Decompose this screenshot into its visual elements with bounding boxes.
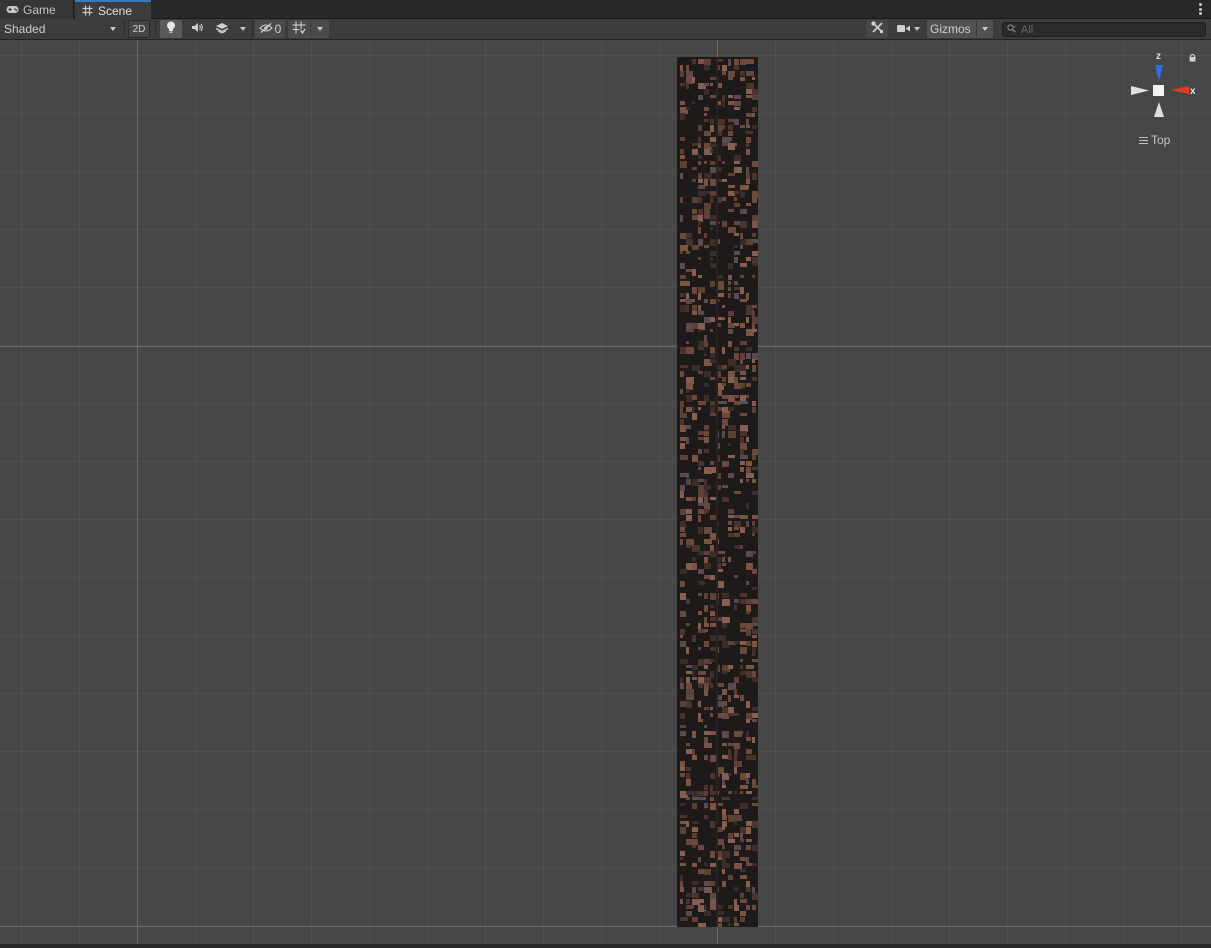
chevron-down-icon xyxy=(110,27,116,31)
tab-scene[interactable]: Scene xyxy=(75,0,151,19)
lightbulb-icon xyxy=(166,21,176,37)
chevron-down-icon xyxy=(240,27,246,31)
z-axis-label: z xyxy=(1156,51,1161,62)
toolbar-divider xyxy=(124,21,125,37)
draw-mode-dropdown[interactable]: Shaded xyxy=(0,20,122,38)
camera-icon xyxy=(896,22,910,36)
scene-search-field[interactable] xyxy=(1002,22,1206,37)
tab-strip: Game Scene xyxy=(0,0,1211,19)
hash-icon xyxy=(81,5,94,17)
toolbar-divider xyxy=(155,21,156,37)
speaker-icon xyxy=(191,22,204,36)
x-axis-cone[interactable] xyxy=(1171,86,1189,94)
effects-dropdown[interactable] xyxy=(236,20,250,38)
camera-settings-button[interactable] xyxy=(892,20,924,38)
grid-snap-icon xyxy=(292,21,306,37)
center-cube[interactable] xyxy=(1153,85,1164,96)
neg-z-axis-cone[interactable] xyxy=(1154,102,1164,117)
gizmos-dropdown[interactable]: Gizmos xyxy=(927,20,993,38)
effects-toggle-button[interactable] xyxy=(212,20,232,38)
view-name-label: Top xyxy=(1151,133,1171,147)
window-bottom-edge xyxy=(0,944,1211,948)
grid-settings-dropdown[interactable] xyxy=(311,20,329,38)
scene-toolbar: Shaded 2D 0 Gizmos All xyxy=(0,19,1211,40)
x-axis-label: x xyxy=(1190,86,1196,97)
search-input[interactable] xyxy=(1021,23,1191,36)
layers-icon xyxy=(215,22,229,37)
draw-mode-label: Shaded xyxy=(4,22,46,36)
gamepad-icon xyxy=(6,4,19,16)
more-options-icon[interactable] xyxy=(1197,2,1203,16)
chevron-down-icon xyxy=(981,27,988,31)
hidden-object-count: 0 xyxy=(274,22,282,36)
search-icon xyxy=(1007,23,1017,36)
tool-settings-button[interactable] xyxy=(866,20,888,38)
scene-visibility-toggle[interactable]: 0 xyxy=(255,20,285,38)
toolbar-divider xyxy=(252,21,253,37)
tilemap-sprite-strip[interactable] xyxy=(677,57,758,927)
tab-game-label: Game xyxy=(23,2,56,17)
grid-toggle-button[interactable] xyxy=(288,20,310,38)
view-projection-toggle[interactable]: Top xyxy=(1139,133,1170,147)
lighting-toggle-button[interactable] xyxy=(160,20,182,38)
toggle-2d-button[interactable]: 2D xyxy=(128,20,150,38)
chevron-down-icon xyxy=(317,27,323,31)
tools-icon xyxy=(870,21,884,37)
neg-x-axis-cone[interactable] xyxy=(1131,86,1149,95)
tab-scene-label: Scene xyxy=(98,3,133,18)
menu-icon xyxy=(1139,136,1148,144)
scene-viewport[interactable] xyxy=(0,40,1211,944)
audio-toggle-button[interactable] xyxy=(187,20,207,38)
gizmos-label: Gizmos xyxy=(930,22,971,36)
z-axis-cone[interactable] xyxy=(1155,65,1163,81)
tab-game[interactable]: Game xyxy=(0,0,74,19)
toolbar-divider xyxy=(975,21,977,37)
lock-icon[interactable] xyxy=(1188,53,1197,62)
chevron-down-icon xyxy=(913,27,920,31)
scene-grid xyxy=(0,40,1211,944)
eye-slash-icon xyxy=(258,22,273,36)
